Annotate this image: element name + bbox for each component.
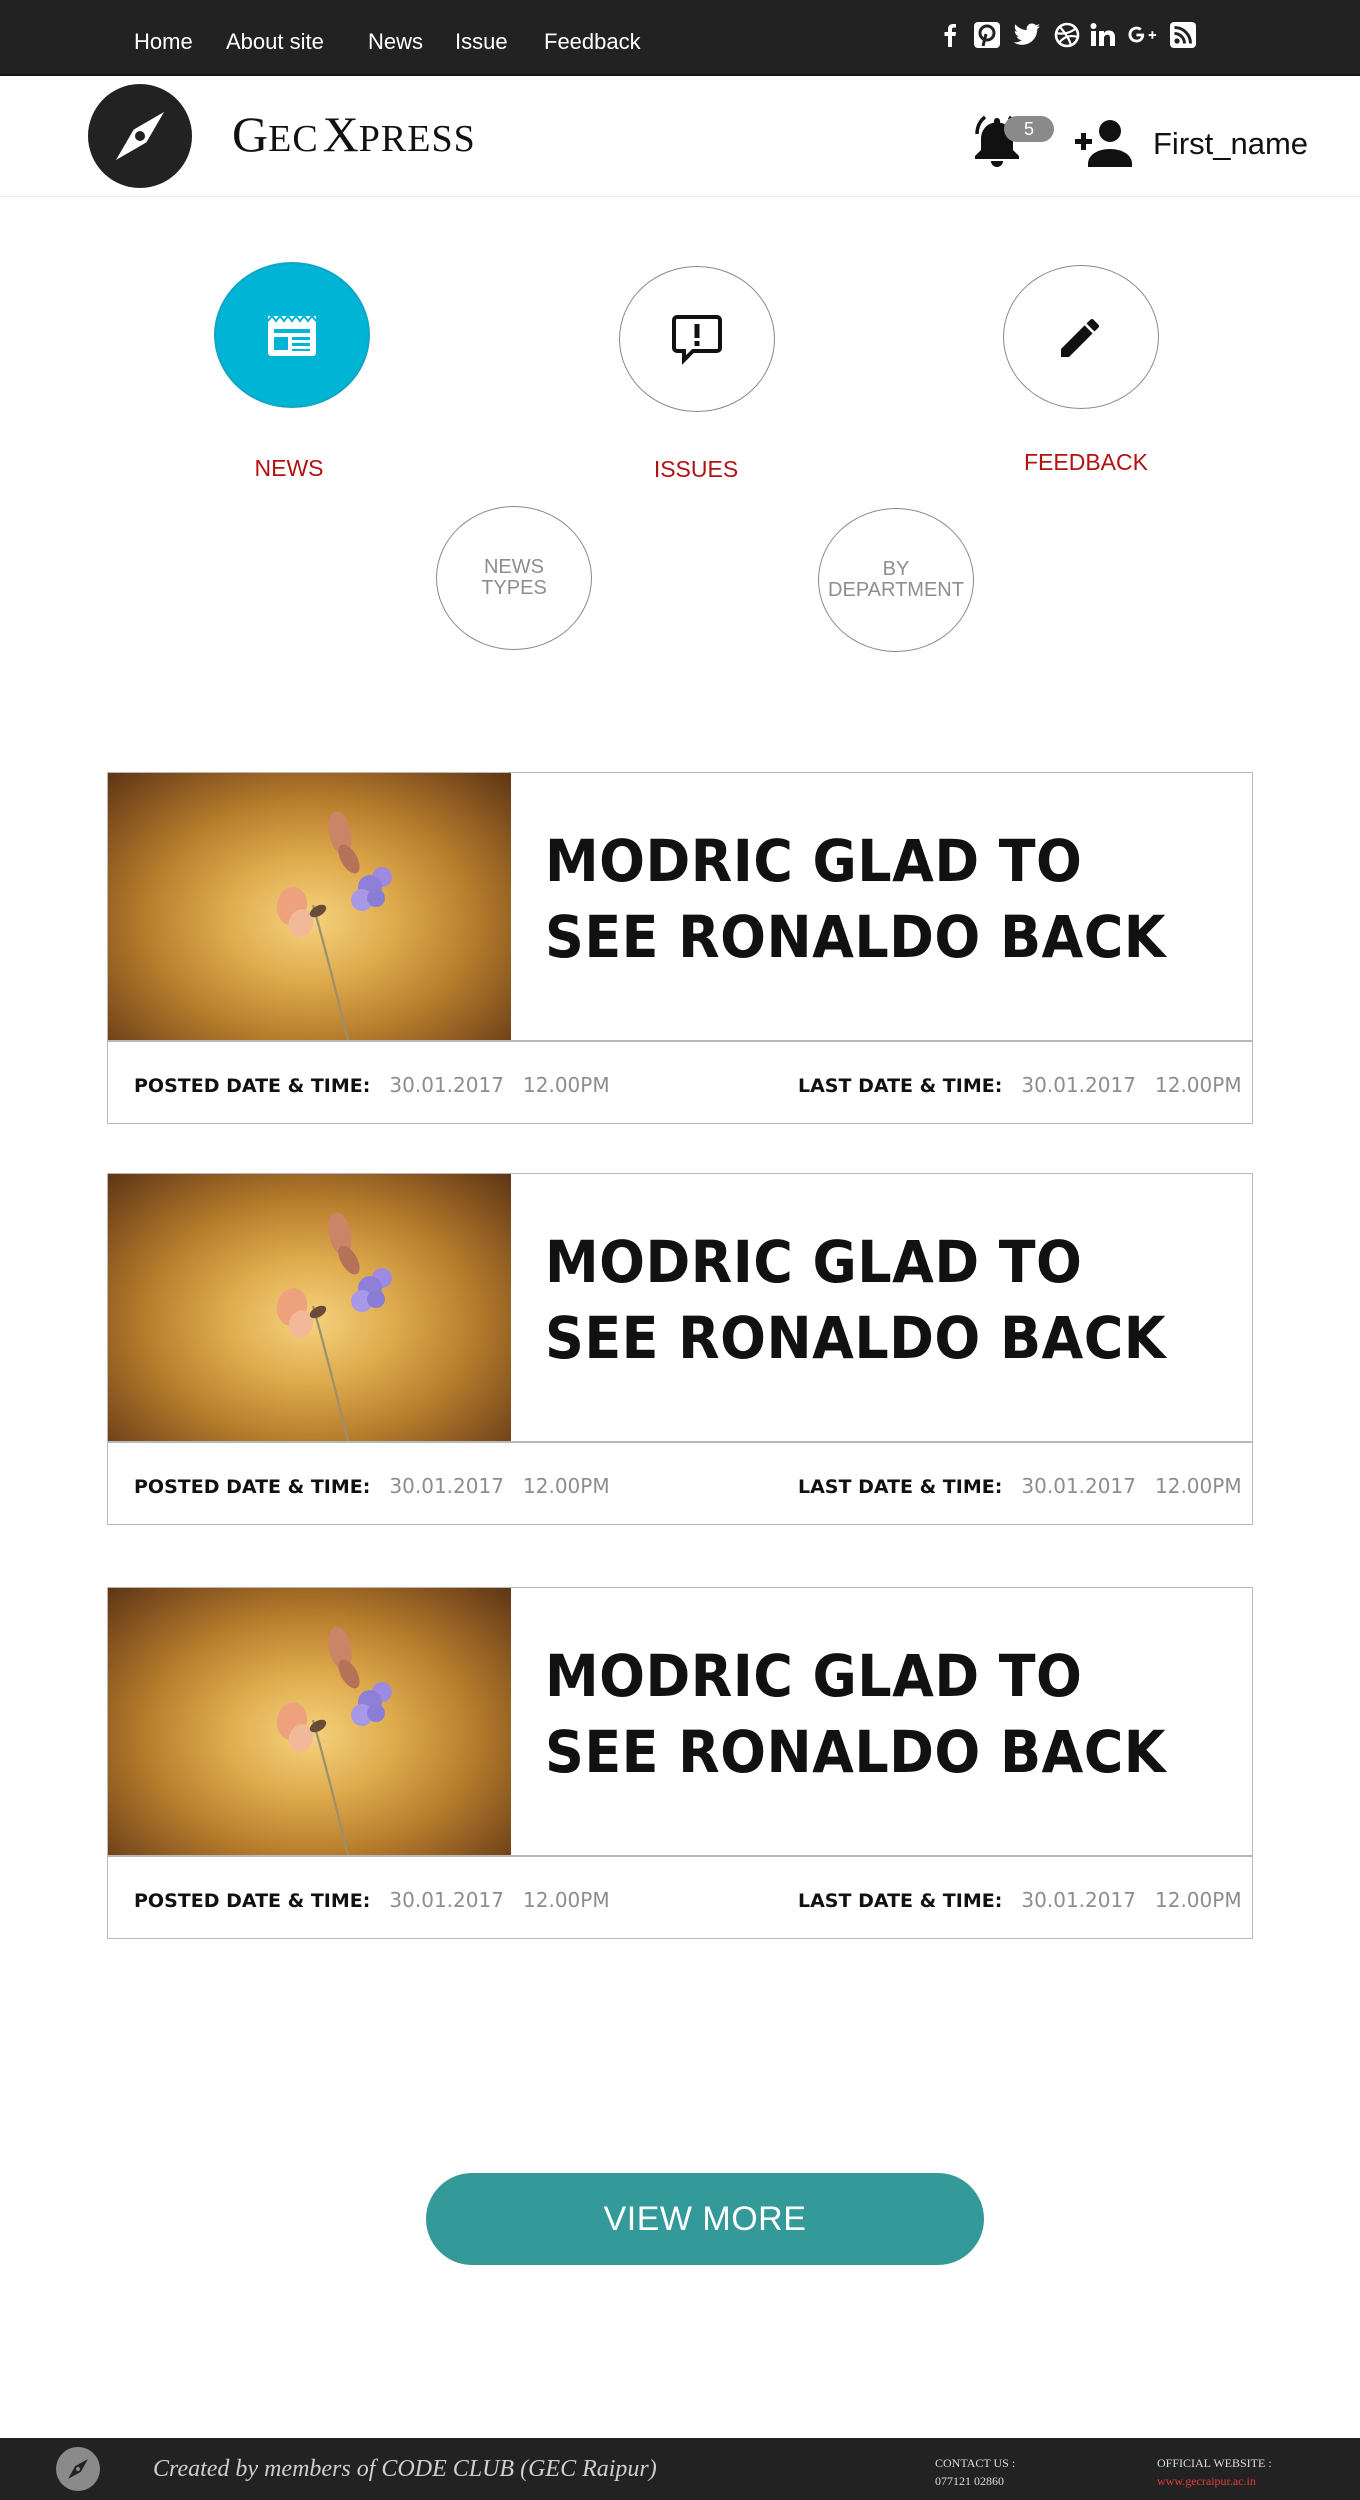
twitter-icon[interactable] — [1012, 20, 1042, 50]
last-datetime: LAST DATE & TIME: 30.01.2017 12.00PM — [798, 1073, 1242, 1098]
dribbble-icon[interactable] — [1052, 20, 1082, 50]
brand-letters-ec: EC — [268, 118, 319, 160]
butterfly-thumbnail-image — [108, 1588, 511, 1855]
brand-name[interactable]: GEC XPRESS — [232, 106, 476, 175]
posted-label: POSTED DATE & TIME: — [134, 1075, 371, 1097]
news-card[interactable]: MODRIC GLAD TO SEE RONALDO BACK POSTED D… — [107, 1587, 1253, 1939]
website-link[interactable]: www.gecraipur.ac.in — [1157, 2474, 1256, 2489]
posted-date: 30.01.2017 — [389, 1474, 504, 1498]
by-department-label-line1: BY — [882, 558, 910, 580]
feedback-category-label[interactable]: FEEDBACK — [966, 448, 1206, 476]
nav-about-link[interactable]: About site — [226, 28, 324, 56]
rss-icon[interactable] — [1168, 20, 1198, 50]
newspaper-icon — [267, 314, 317, 356]
brand-letters-press: PRESS — [358, 118, 476, 160]
top-navbar: Home About site News Issue Feedback — [0, 0, 1360, 76]
posted-date: 30.01.2017 — [389, 1073, 504, 1097]
news-card[interactable]: MODRIC GLAD TO SEE RONALDO BACK POSTED D… — [107, 1173, 1253, 1525]
by-department-button[interactable]: BY DEPARTMENT — [818, 508, 974, 652]
nav-news-link[interactable]: News — [368, 28, 423, 56]
site-header: GEC XPRESS 5 First_name — [0, 76, 1360, 197]
last-label: LAST DATE & TIME: — [798, 1075, 1003, 1097]
posted-label: POSTED DATE & TIME: — [134, 1890, 371, 1912]
posted-datetime: POSTED DATE & TIME: 30.01.2017 12.00PM — [134, 1888, 610, 1913]
contact-phone[interactable]: 077121 02860 — [935, 2474, 1004, 2489]
footer-credits: Created by members of CODE CLUB (GEC Rai… — [153, 2456, 657, 2482]
last-time: 12.00PM — [1155, 1888, 1242, 1912]
last-datetime: LAST DATE & TIME: 30.01.2017 12.00PM — [798, 1888, 1242, 1913]
posted-time: 12.00PM — [523, 1073, 610, 1097]
butterfly-thumbnail-image — [108, 1174, 511, 1441]
news-card[interactable]: MODRIC GLAD TO SEE RONALDO BACK POSTED D… — [107, 772, 1253, 1124]
news-types-label-line2: TYPES — [481, 577, 547, 599]
by-department-label: BY DEPARTMENT — [828, 559, 964, 601]
google-plus-icon[interactable] — [1128, 20, 1158, 50]
news-headline[interactable]: MODRIC GLAD TO SEE RONALDO BACK — [545, 1638, 1187, 1790]
facebook-icon[interactable] — [935, 20, 965, 50]
contact-label: CONTACT US : — [935, 2456, 1016, 2470]
posted-datetime: POSTED DATE & TIME: 30.01.2017 12.00PM — [134, 1474, 610, 1499]
news-types-button[interactable]: NEWS TYPES — [436, 506, 592, 650]
pencil-icon — [1061, 318, 1100, 357]
card-divider — [108, 1855, 1252, 1857]
pinterest-icon[interactable] — [972, 20, 1002, 50]
news-headline[interactable]: MODRIC GLAD TO SEE RONALDO BACK — [545, 823, 1187, 975]
card-divider — [108, 1441, 1252, 1443]
site-footer: Created by members of CODE CLUB (GEC Rai… — [0, 2438, 1360, 2500]
nav-home-link[interactable]: Home — [134, 28, 193, 56]
nav-issue-link[interactable]: Issue — [455, 28, 508, 56]
compass-logo-icon[interactable] — [88, 84, 192, 188]
card-divider — [108, 1040, 1252, 1042]
last-date: 30.01.2017 — [1021, 1888, 1136, 1912]
last-label: LAST DATE & TIME: — [798, 1476, 1003, 1498]
issues-category-label[interactable]: ISSUES — [576, 455, 816, 483]
posted-label: POSTED DATE & TIME: — [134, 1476, 371, 1498]
notification-count-badge: 5 — [1004, 116, 1054, 142]
posted-date: 30.01.2017 — [389, 1888, 504, 1912]
feedback-alert-icon — [672, 315, 722, 365]
news-category-label[interactable]: NEWS — [169, 454, 409, 482]
news-types-label: NEWS TYPES — [481, 557, 547, 599]
last-date: 30.01.2017 — [1021, 1474, 1136, 1498]
last-time: 12.00PM — [1155, 1073, 1242, 1097]
last-date: 30.01.2017 — [1021, 1073, 1136, 1097]
compass-footer-icon[interactable] — [56, 2447, 100, 2491]
add-user-icon[interactable] — [1074, 116, 1134, 170]
view-more-button[interactable]: VIEW MORE — [426, 2173, 984, 2265]
last-time: 12.00PM — [1155, 1474, 1242, 1498]
username-label[interactable]: First_name — [1153, 126, 1308, 162]
brand-letter-g: G — [232, 106, 269, 162]
posted-time: 12.00PM — [523, 1474, 610, 1498]
news-types-label-line1: NEWS — [483, 556, 544, 578]
last-datetime: LAST DATE & TIME: 30.01.2017 12.00PM — [798, 1474, 1242, 1499]
issues-category-button[interactable] — [619, 266, 775, 412]
last-label: LAST DATE & TIME: — [798, 1890, 1003, 1912]
butterfly-thumbnail-image — [108, 773, 511, 1040]
posted-time: 12.00PM — [523, 1888, 610, 1912]
news-headline[interactable]: MODRIC GLAD TO SEE RONALDO BACK — [545, 1224, 1187, 1376]
brand-letter-x: X — [322, 106, 359, 162]
news-category-button[interactable] — [214, 262, 370, 408]
feedback-category-button[interactable] — [1003, 265, 1159, 409]
website-label: OFFICIAL WEBSITE : — [1157, 2456, 1272, 2470]
nav-feedback-link[interactable]: Feedback — [544, 28, 641, 56]
linkedin-icon[interactable] — [1088, 20, 1118, 50]
posted-datetime: POSTED DATE & TIME: 30.01.2017 12.00PM — [134, 1073, 610, 1098]
by-department-label-line2: DEPARTMENT — [828, 579, 964, 601]
